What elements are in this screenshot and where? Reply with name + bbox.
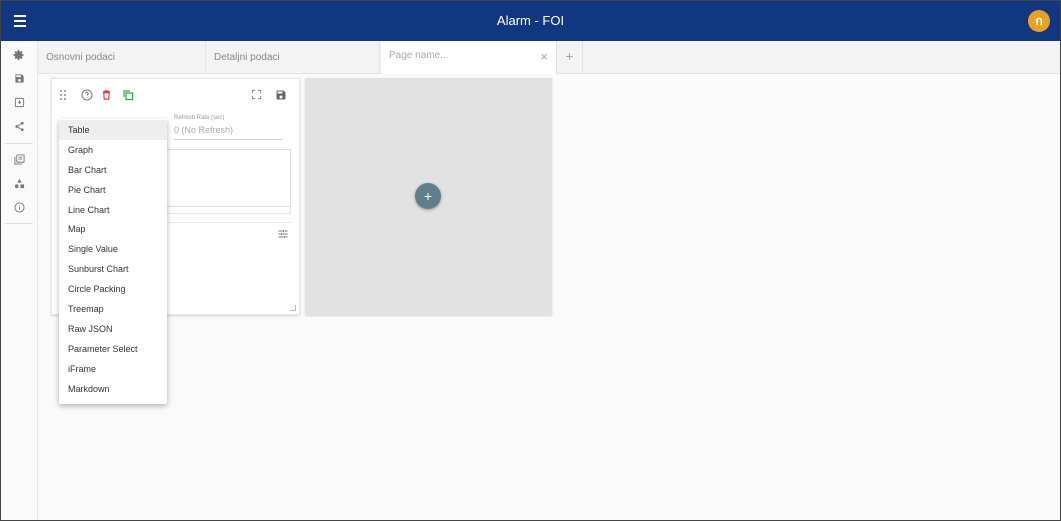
menu-item-graph[interactable]: Graph <box>59 140 167 160</box>
menu-item-line-chart[interactable]: Line Chart <box>59 200 167 220</box>
refresh-rate-label: Refresh Rate (sec) <box>174 115 225 121</box>
library-icon[interactable] <box>11 153 27 169</box>
menu-item-treemap[interactable]: Treemap <box>59 299 167 319</box>
top-bar: Alarm - FOI ก <box>1 1 1060 41</box>
tab-osnovni-podaci[interactable]: Osnovni podaci <box>38 41 206 73</box>
menu-item-raw-json[interactable]: Raw JSON <box>59 319 167 339</box>
delete-icon[interactable] <box>99 89 113 103</box>
page-title: Alarm - FOI <box>496 13 565 28</box>
menu-item-parameter-select[interactable]: Parameter Select <box>59 339 167 359</box>
shapes-icon[interactable] <box>11 177 27 193</box>
help-icon[interactable] <box>80 89 94 103</box>
rail-divider <box>5 143 33 144</box>
close-icon[interactable]: × <box>540 49 548 64</box>
add-page-button[interactable]: + <box>557 41 583 73</box>
save-icon[interactable] <box>11 72 27 88</box>
menu-item-pie-chart[interactable]: Pie Chart <box>59 180 167 200</box>
menu-item-sunburst-chart[interactable]: Sunburst Chart <box>59 259 167 279</box>
drag-handle-icon[interactable] <box>56 89 70 103</box>
tab-detaljni-podaci[interactable]: Detaljni podaci <box>206 41 380 73</box>
add-report-button[interactable]: + <box>415 183 441 209</box>
neodash-logo-icon[interactable]: ก <box>1028 10 1050 32</box>
copy-icon[interactable] <box>121 89 135 103</box>
menu-item-bar-chart[interactable]: Bar Chart <box>59 160 167 180</box>
menu-item-single-value[interactable]: Single Value <box>59 239 167 259</box>
import-icon[interactable] <box>11 96 27 112</box>
sidebar-rail <box>1 41 38 520</box>
menu-item-markdown[interactable]: Markdown <box>59 379 167 399</box>
resize-handle[interactable] <box>290 305 296 311</box>
page-tabs: Osnovni podaci Detaljni podaci × + <box>38 41 1060 74</box>
settings-icon[interactable] <box>11 49 27 65</box>
menu-item-map[interactable]: Map <box>59 219 167 239</box>
refresh-rate-field[interactable]: 0 (No Refresh) <box>174 125 282 140</box>
advanced-settings-icon[interactable] <box>277 228 291 242</box>
rail-divider <box>5 223 33 224</box>
share-icon[interactable] <box>11 120 27 136</box>
fullscreen-icon[interactable] <box>249 89 263 103</box>
app-window: Alarm - FOI ก Osnovni podaci Detaljni po… <box>0 0 1061 521</box>
menu-item-iframe[interactable]: iFrame <box>59 359 167 379</box>
chart-type-menu: Table Graph Bar Chart Pie Chart Line Chart Ma… <box>59 119 167 404</box>
menu-item-circle-packing[interactable]: Circle Packing <box>59 279 167 299</box>
page-name-input[interactable] <box>389 50 529 61</box>
save-report-icon[interactable] <box>274 89 288 103</box>
new-page-tab: × <box>381 41 557 74</box>
menu-item-table[interactable]: Table <box>59 120 167 140</box>
add-report-card: + <box>305 78 552 315</box>
info-icon[interactable] <box>11 201 27 217</box>
